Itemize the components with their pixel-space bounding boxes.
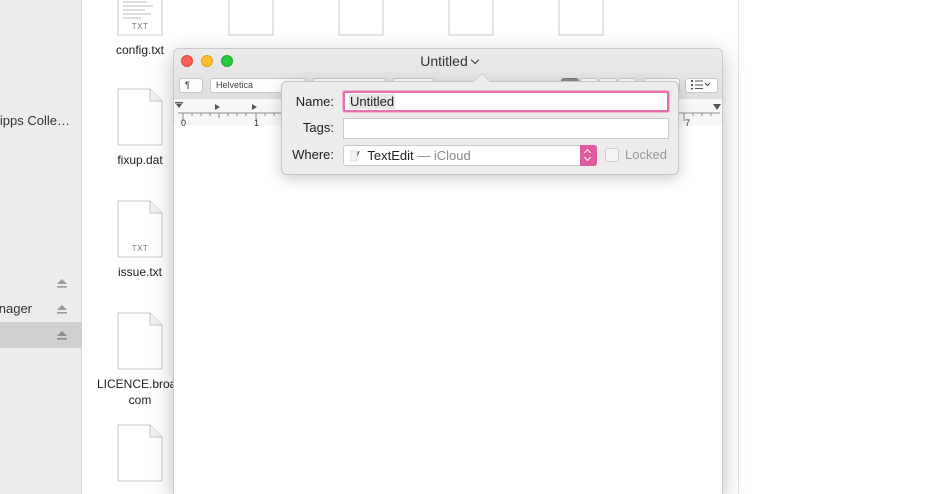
name-field-value: Untitled — [349, 94, 396, 109]
folder-icon — [350, 150, 360, 161]
file-name: LICENCE.broadcom — [96, 377, 184, 407]
font-family-value: Helvetica — [216, 80, 254, 90]
file-item[interactable] — [423, 0, 519, 36]
document-icon — [228, 0, 274, 36]
document-icon — [338, 0, 384, 36]
sidebar-item-selected-volume[interactable] — [0, 322, 82, 348]
pane-divider — [738, 0, 739, 494]
name-label: Name: — [295, 94, 334, 109]
document-icon — [117, 88, 163, 146]
tags-field[interactable] — [343, 118, 669, 139]
file-type-tag: TXT — [131, 22, 149, 31]
sidebar-item-label: nager — [0, 301, 32, 316]
eject-icon[interactable] — [56, 329, 68, 341]
paragraph-icon: ¶ — [185, 80, 190, 90]
name-field[interactable]: Untitled — [343, 91, 669, 112]
where-label: Where: — [292, 147, 334, 162]
document-icon — [448, 0, 494, 36]
list-icon — [691, 80, 711, 90]
window-title[interactable]: Untitled — [174, 53, 722, 69]
document-icon — [117, 424, 163, 482]
where-location: — iCloud — [417, 148, 471, 163]
eject-icon[interactable] — [56, 303, 68, 315]
chevron-down-icon — [470, 55, 479, 65]
file-item[interactable] — [313, 0, 409, 36]
document-body[interactable] — [174, 126, 722, 494]
sidebar-item-collection[interactable]: ipps Colle… — [0, 108, 82, 134]
document-icon — [558, 0, 604, 36]
text-document-icon: TXT — [117, 200, 163, 258]
sidebar-item-label: ipps Colle… — [0, 113, 70, 128]
tags-label: Tags: — [302, 120, 334, 135]
paragraph-style-button[interactable]: ¶ — [179, 78, 203, 93]
file-item[interactable] — [203, 0, 299, 36]
popover-arrow-fill — [474, 74, 490, 82]
file-item[interactable] — [533, 0, 629, 36]
document-icon — [117, 312, 163, 370]
sidebar-item-volume[interactable] — [0, 270, 82, 296]
eject-icon[interactable] — [56, 277, 68, 289]
finder-sidebar: ipps Colle… nager — [0, 0, 82, 494]
chevron-updown-icon[interactable] — [580, 145, 597, 166]
text-document-icon: TXT — [117, 0, 163, 36]
list-style-select[interactable] — [685, 78, 718, 93]
locked-checkbox[interactable] — [605, 148, 619, 162]
where-select[interactable]: TextEdit — iCloud — [343, 145, 597, 166]
save-popover: Name: Untitled Tags: Where: TextEdit — i… — [281, 73, 679, 175]
where-folder: TextEdit — [367, 148, 414, 163]
locked-label: Locked — [625, 147, 667, 162]
sidebar-item-manager[interactable]: nager — [0, 296, 82, 322]
window-title-text: Untitled — [420, 53, 468, 69]
file-type-tag: TXT — [131, 244, 149, 253]
